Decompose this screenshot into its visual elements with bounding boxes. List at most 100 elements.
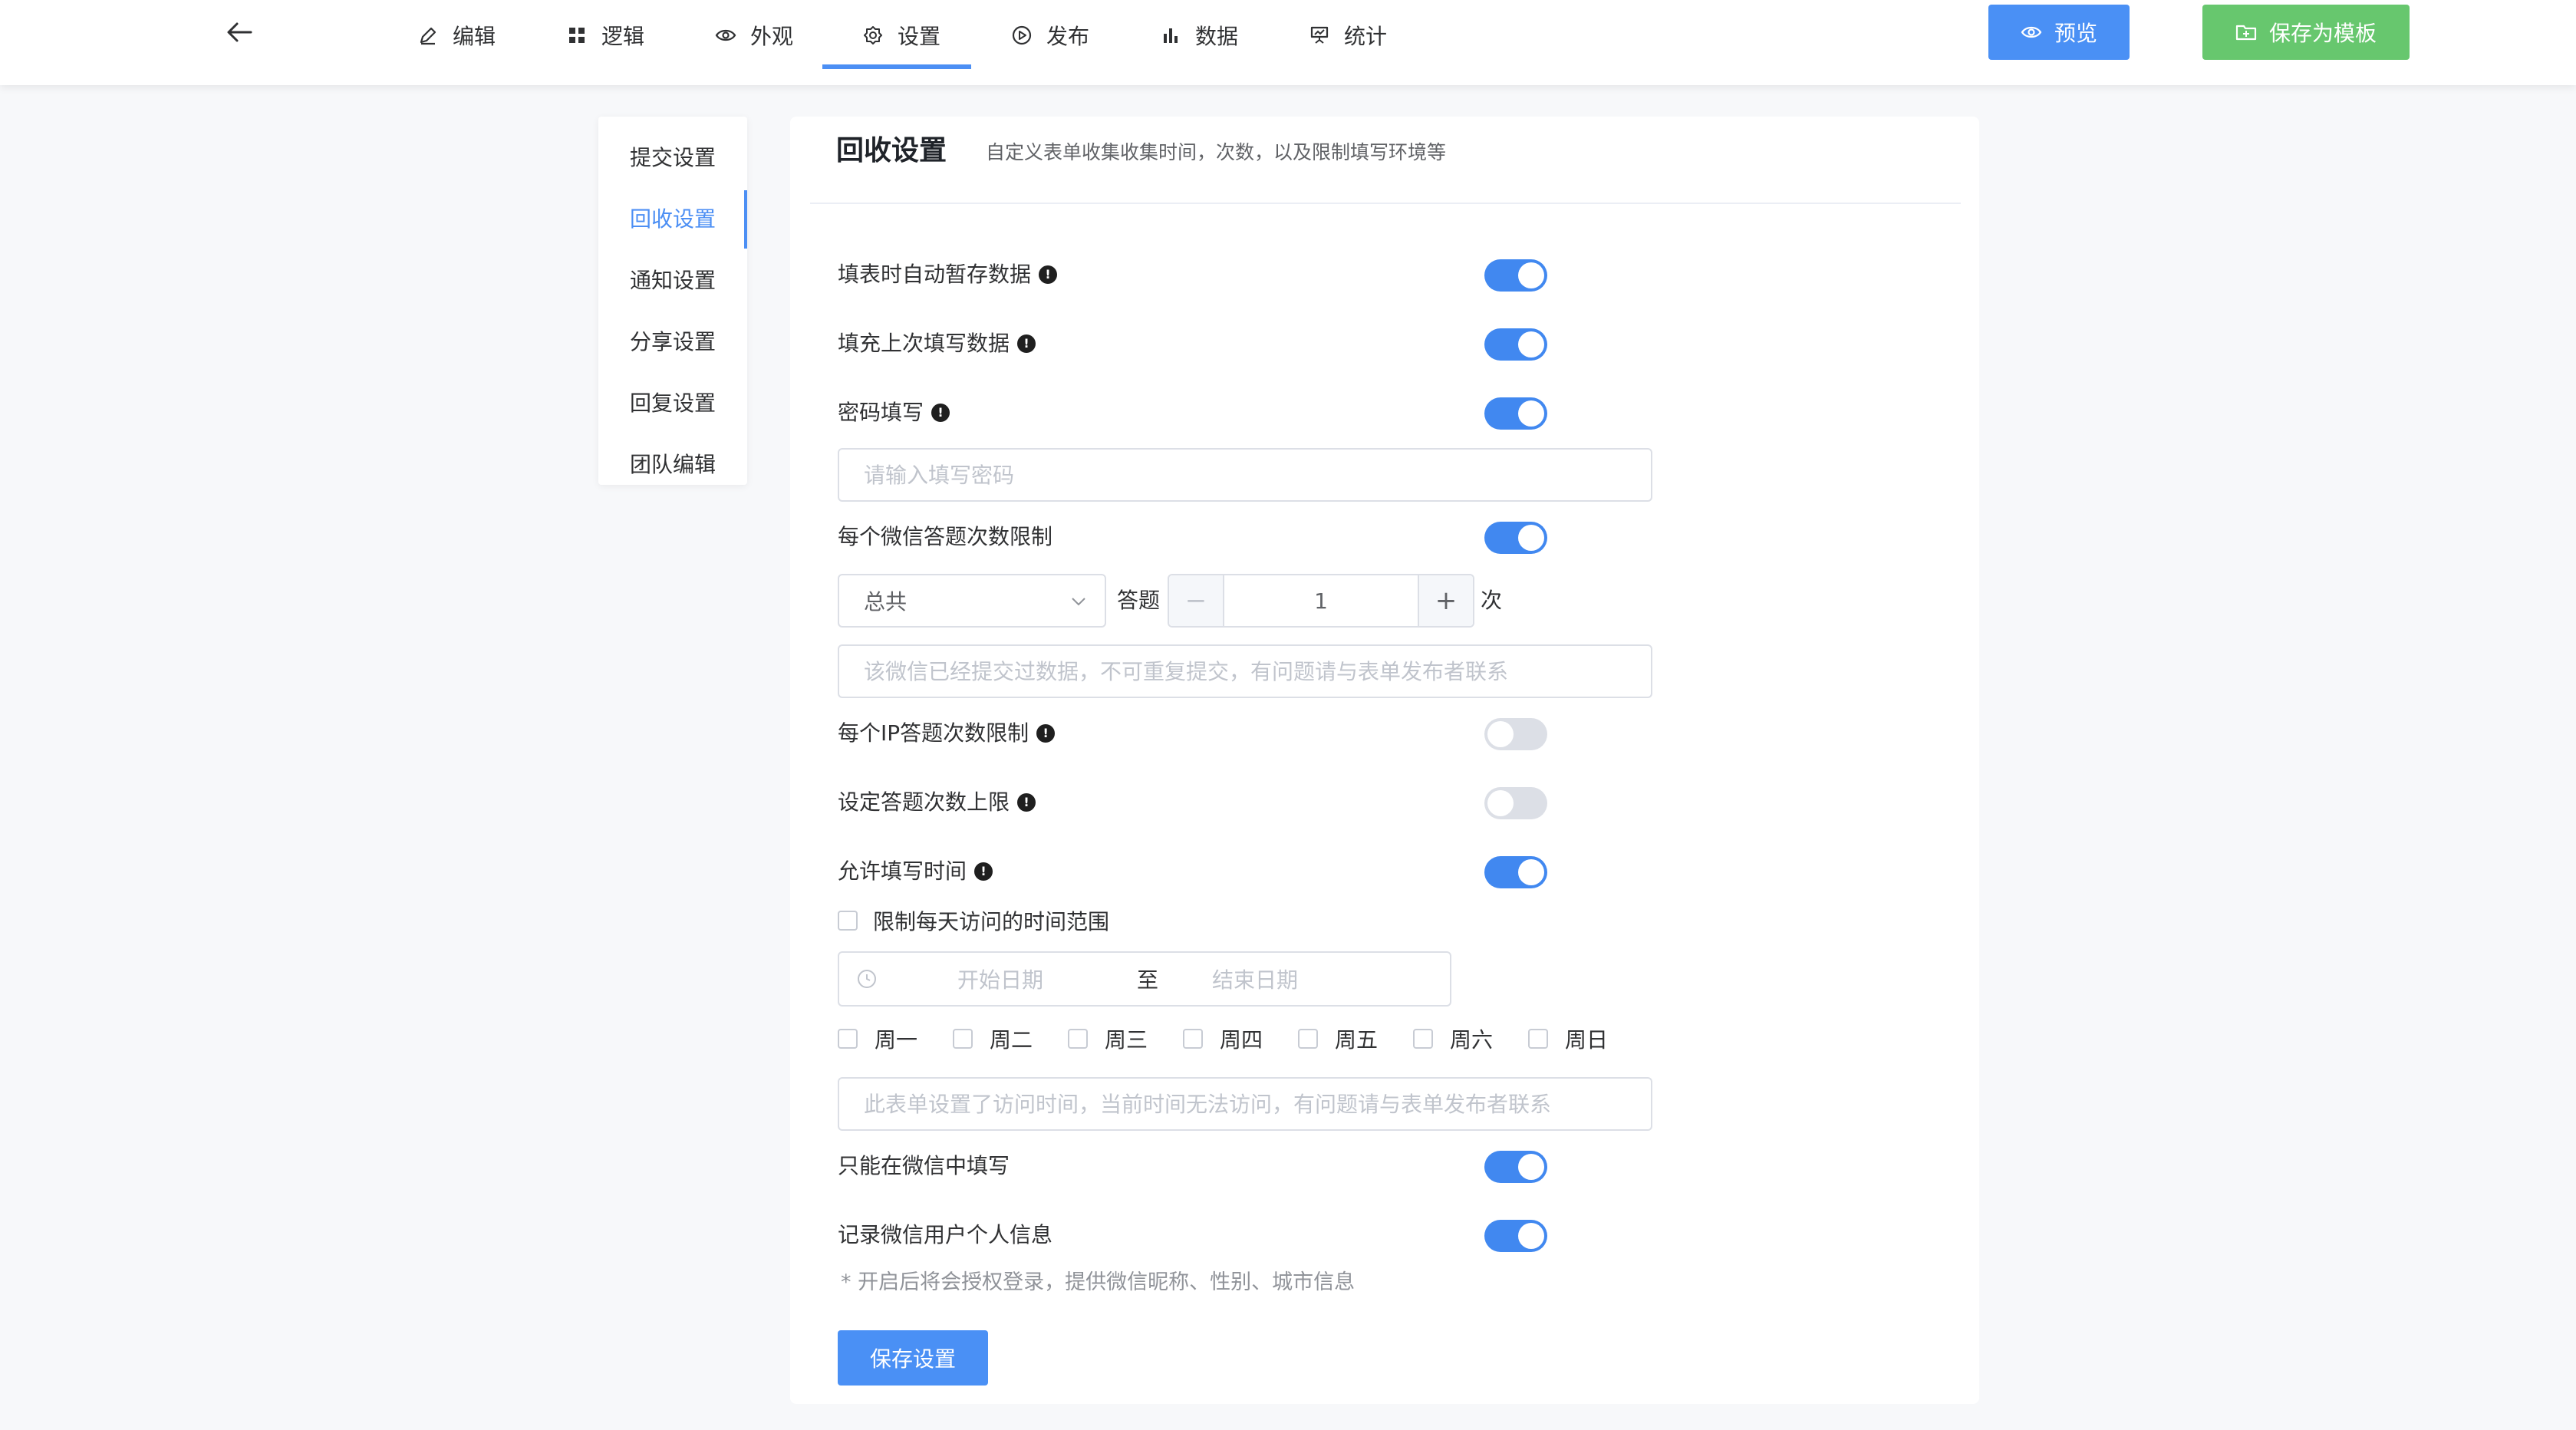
save-as-template-button[interactable]: 保存为模板: [2202, 5, 2410, 60]
tab-stats[interactable]: 统计: [1298, 0, 1398, 71]
back-button[interactable]: [221, 17, 258, 48]
fill-last-row: 填充上次填写数据 !: [838, 328, 1036, 359]
panel-title: 回收设置: [836, 135, 947, 166]
tab-settings-label: 设置: [897, 24, 940, 49]
tab-logic-label: 逻辑: [601, 24, 644, 49]
decrement-button[interactable]: −: [1169, 575, 1224, 626]
side-item-share-settings[interactable]: 分享设置: [598, 311, 747, 373]
fill-last-label: 填充上次填写数据: [838, 331, 1010, 356]
ip-limit-row: 每个IP答题次数限制 !: [838, 718, 1056, 749]
divider: [810, 203, 1961, 204]
wechat-only-switch[interactable]: [1484, 1151, 1547, 1183]
panel-description: 自定义表单收集收集时间，次数，以及限制填写环境等: [986, 141, 1447, 163]
bar-chart-icon: [1160, 25, 1181, 46]
tab-appearance-label: 外观: [749, 24, 793, 49]
weekday-label: 周一: [875, 1027, 918, 1053]
end-date-input[interactable]: 结束日期: [1212, 964, 1298, 994]
wechat-limit-row: 每个微信答题次数限制: [838, 522, 1052, 552]
limit-period-value: 总共: [864, 589, 908, 615]
start-date-input[interactable]: 开始日期: [957, 964, 1043, 994]
time-limit-message-input[interactable]: [838, 1077, 1652, 1131]
tab-settings[interactable]: 设置: [852, 0, 951, 71]
wechat-only-label: 只能在微信中填写: [838, 1153, 1010, 1178]
weekday-label: 周四: [1220, 1027, 1263, 1053]
preview-button[interactable]: 预览: [1988, 5, 2130, 60]
info-icon[interactable]: !: [974, 862, 993, 881]
record-wechat-switch[interactable]: [1484, 1220, 1547, 1252]
edit-icon: [417, 25, 439, 46]
chevron-down-icon: [1069, 592, 1088, 611]
eye-icon: [2021, 25, 2042, 40]
tab-edit-label: 编辑: [452, 24, 496, 49]
auto-save-switch[interactable]: [1484, 259, 1547, 292]
daily-range-checkbox[interactable]: [838, 911, 858, 931]
top-header: 编辑 逻辑 外观 设置 发布 数据 统计 预览 保存为模板: [0, 0, 2576, 85]
weekday-label: 周二: [990, 1027, 1033, 1053]
preview-button-label: 预览: [2054, 21, 2097, 46]
weekday-sat[interactable]: 周六: [1413, 1023, 1528, 1054]
info-icon[interactable]: !: [931, 404, 950, 422]
fill-last-switch[interactable]: [1484, 328, 1547, 361]
weekday-wed[interactable]: 周三: [1068, 1023, 1183, 1054]
weekday-label: 周六: [1450, 1027, 1494, 1053]
password-input[interactable]: [838, 448, 1652, 502]
wechat-limit-switch[interactable]: [1484, 522, 1547, 554]
checkbox[interactable]: [1068, 1029, 1088, 1049]
weekday-thu[interactable]: 周四: [1183, 1023, 1298, 1054]
tab-edit[interactable]: 编辑: [407, 0, 506, 71]
side-item-submit-settings[interactable]: 提交设置: [598, 127, 747, 189]
increment-button[interactable]: +: [1418, 575, 1473, 626]
auto-save-label: 填表时自动暂存数据: [838, 262, 1032, 287]
daily-range-label: 限制每天访问的时间范围: [873, 909, 1110, 934]
info-icon[interactable]: !: [1017, 793, 1036, 812]
date-range-picker[interactable]: 开始日期 至 结束日期: [838, 951, 1451, 1007]
info-icon[interactable]: !: [1017, 334, 1036, 353]
weekday-sun[interactable]: 周日: [1528, 1023, 1643, 1054]
daily-range-checkbox-row[interactable]: 限制每天访问的时间范围: [838, 905, 1109, 936]
eye-icon: [715, 25, 736, 46]
side-item-reply-settings[interactable]: 回复设置: [598, 373, 747, 434]
info-icon[interactable]: !: [1036, 724, 1056, 743]
save-settings-button[interactable]: 保存设置: [838, 1330, 988, 1386]
side-item-collection-settings[interactable]: 回收设置: [598, 189, 747, 250]
ip-limit-switch[interactable]: [1484, 718, 1547, 750]
answer-label: 答题: [1117, 588, 1161, 613]
side-item-notification-settings[interactable]: 通知设置: [598, 250, 747, 311]
grid-icon: [566, 25, 588, 46]
collection-settings-panel: 回收设置 自定义表单收集收集时间，次数，以及限制填写环境等 填表时自动暂存数据 …: [790, 117, 1979, 1404]
weekday-label: 周三: [1105, 1027, 1148, 1053]
limit-period-select[interactable]: 总共: [838, 574, 1106, 628]
answer-count-value[interactable]: 1: [1224, 575, 1418, 626]
allow-time-row: 允许填写时间 !: [838, 856, 993, 887]
answer-count-stepper: − 1 +: [1168, 574, 1474, 628]
allow-time-switch[interactable]: [1484, 856, 1547, 888]
tab-publish[interactable]: 发布: [1000, 0, 1100, 71]
info-icon[interactable]: !: [1039, 265, 1058, 284]
stats-icon: [1309, 25, 1330, 46]
tab-logic[interactable]: 逻辑: [555, 0, 655, 71]
auto-save-row: 填表时自动暂存数据 !: [838, 259, 1058, 290]
checkbox[interactable]: [838, 1029, 858, 1049]
checkbox[interactable]: [1183, 1029, 1203, 1049]
side-item-team-edit[interactable]: 团队编辑: [598, 434, 747, 496]
checkbox[interactable]: [953, 1029, 973, 1049]
wechat-limit-label: 每个微信答题次数限制: [838, 524, 1053, 549]
times-unit-label: 次: [1481, 588, 1503, 613]
authorization-hint: * 开启后将会授权登录，提供微信昵称、性别、城市信息: [841, 1270, 1356, 1294]
max-answers-label: 设定答题次数上限: [838, 789, 1010, 815]
record-wechat-row: 记录微信用户个人信息: [838, 1220, 1052, 1250]
max-answers-row: 设定答题次数上限 !: [838, 787, 1036, 818]
tab-data[interactable]: 数据: [1149, 0, 1249, 71]
password-switch[interactable]: [1484, 397, 1547, 430]
checkbox[interactable]: [1298, 1029, 1318, 1049]
weekday-fri[interactable]: 周五: [1298, 1023, 1413, 1054]
weekday-label: 周日: [1565, 1027, 1609, 1053]
checkbox[interactable]: [1413, 1029, 1433, 1049]
checkbox[interactable]: [1528, 1029, 1548, 1049]
weekday-tue[interactable]: 周二: [953, 1023, 1068, 1054]
max-answers-switch[interactable]: [1484, 787, 1547, 819]
wechat-limit-message-input[interactable]: [838, 644, 1652, 698]
tab-appearance[interactable]: 外观: [704, 0, 804, 71]
weekday-mon[interactable]: 周一: [838, 1023, 953, 1054]
save-as-template-label: 保存为模板: [2268, 21, 2377, 46]
